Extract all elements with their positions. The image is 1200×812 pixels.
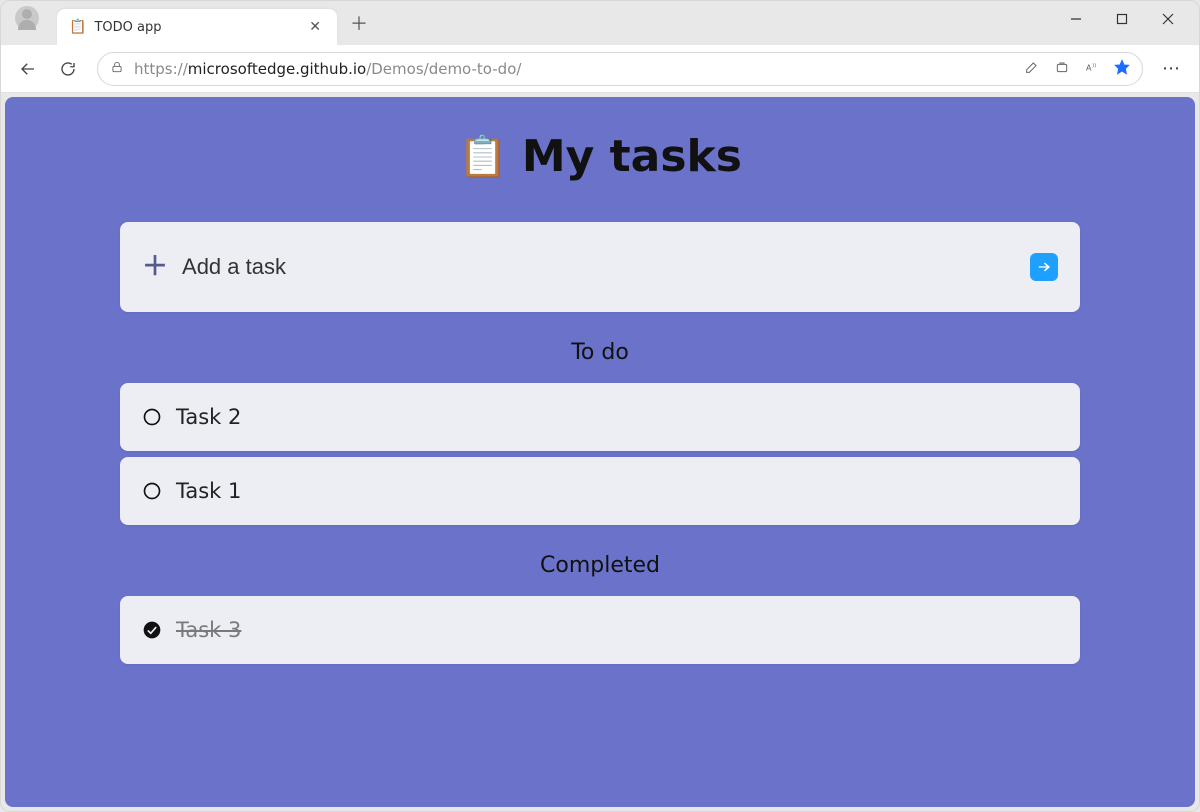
browser-toolbar: https://microsoftedge.github.io/Demos/de… bbox=[1, 45, 1199, 93]
favorite-star-icon[interactable] bbox=[1114, 59, 1130, 79]
todo-section-label: To do bbox=[120, 340, 1080, 365]
task-label: Task 1 bbox=[176, 479, 241, 503]
completed-section-label: Completed bbox=[120, 553, 1080, 578]
page-title-text: My tasks bbox=[522, 131, 742, 182]
address-actions: A)) bbox=[1024, 59, 1130, 79]
task-row: Task 3 bbox=[120, 596, 1080, 664]
read-aloud-icon[interactable]: A)) bbox=[1084, 59, 1100, 79]
task-label: Task 3 bbox=[176, 618, 241, 642]
task-label: Task 2 bbox=[176, 405, 241, 429]
window-controls bbox=[1053, 1, 1191, 37]
submit-task-button[interactable] bbox=[1030, 253, 1058, 281]
refresh-button[interactable] bbox=[51, 52, 85, 86]
clipboard-icon: 📋 bbox=[69, 19, 86, 35]
tab-title: TODO app bbox=[94, 20, 297, 35]
app-icon[interactable] bbox=[1054, 59, 1070, 79]
browser-window: 📋 TODO app ✕ ＋ bbox=[0, 0, 1200, 812]
viewport: 📋 My tasks ＋ To do Task bbox=[1, 93, 1199, 811]
task-row: Task 2 bbox=[120, 383, 1080, 451]
edit-icon[interactable] bbox=[1024, 59, 1040, 79]
task-row: Task 1 bbox=[120, 457, 1080, 525]
add-task-input[interactable] bbox=[182, 254, 1016, 280]
task-checkbox-checked[interactable] bbox=[142, 620, 162, 640]
back-button[interactable] bbox=[11, 52, 45, 86]
maximize-button[interactable] bbox=[1099, 1, 1145, 37]
page-title: 📋 My tasks bbox=[120, 131, 1080, 182]
address-bar[interactable]: https://microsoftedge.github.io/Demos/de… bbox=[97, 52, 1143, 86]
profile-avatar[interactable] bbox=[15, 6, 39, 30]
minimize-button[interactable] bbox=[1053, 1, 1099, 37]
titlebar: 📋 TODO app ✕ ＋ bbox=[1, 1, 1199, 45]
plus-icon: ＋ bbox=[142, 254, 168, 280]
browser-tab[interactable]: 📋 TODO app ✕ bbox=[57, 9, 337, 45]
task-checkbox[interactable] bbox=[142, 481, 162, 501]
add-task-card: ＋ bbox=[120, 222, 1080, 312]
svg-text:)): )) bbox=[1092, 63, 1096, 69]
task-checkbox[interactable] bbox=[142, 407, 162, 427]
more-menu-button[interactable]: ⋯ bbox=[1155, 52, 1189, 86]
close-tab-button[interactable]: ✕ bbox=[305, 17, 325, 37]
todo-page: 📋 My tasks ＋ To do Task bbox=[5, 97, 1195, 807]
lock-icon bbox=[110, 59, 124, 78]
clipboard-icon: 📋 bbox=[458, 133, 508, 180]
close-window-button[interactable] bbox=[1145, 1, 1191, 37]
url-text: https://microsoftedge.github.io/Demos/de… bbox=[134, 60, 1014, 78]
svg-text:A: A bbox=[1086, 63, 1092, 72]
new-tab-button[interactable]: ＋ bbox=[343, 7, 375, 39]
